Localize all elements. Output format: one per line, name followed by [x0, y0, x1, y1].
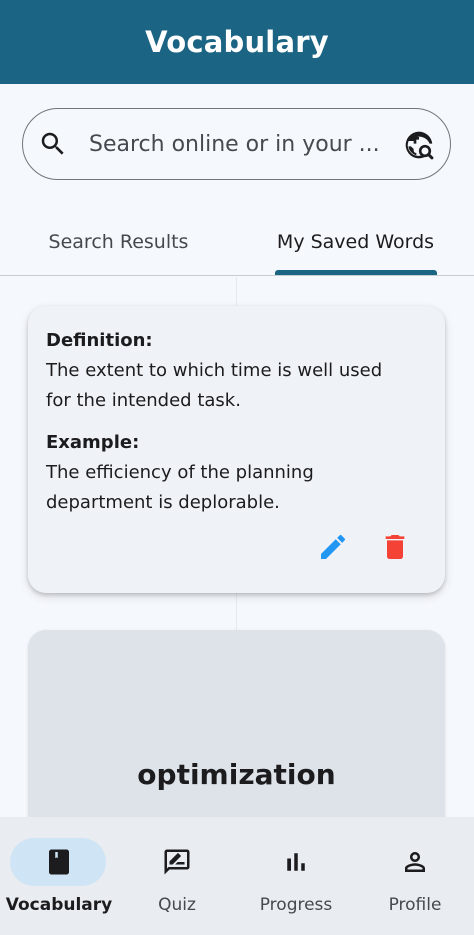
nav-label-profile: Profile: [388, 895, 442, 915]
nav-item-progress[interactable]: Progress: [237, 817, 355, 935]
nav-item-quiz[interactable]: Quiz: [118, 817, 236, 935]
nav-item-vocabulary[interactable]: Vocabulary: [0, 817, 118, 935]
nav-label-progress: Progress: [259, 895, 333, 915]
travel-explore-icon: [405, 131, 434, 160]
tab-indicator: [275, 270, 437, 275]
word-card[interactable]: Definition: The extent to which time is …: [28, 306, 445, 593]
tab-search-results[interactable]: Search Results: [0, 210, 237, 274]
search-input[interactable]: [89, 131, 389, 157]
edit-button[interactable]: [317, 531, 349, 563]
bottom-navigation: Vocabulary Quiz Progress Profile: [0, 817, 474, 935]
book-icon: [49, 849, 69, 875]
nav-label-quiz: Quiz: [158, 895, 196, 915]
quiz-icon: [164, 849, 190, 875]
search-bar[interactable]: [22, 108, 451, 180]
definition-label: Definition:: [46, 330, 153, 351]
person-icon: [405, 852, 425, 872]
edit-icon: [321, 534, 346, 559]
word-title: optimization: [137, 758, 336, 791]
definition-text: The extent to which time is well used fo…: [46, 360, 383, 411]
tab-bar: Search Results My Saved Words: [0, 210, 474, 276]
delete-button[interactable]: [379, 531, 411, 563]
delete-icon: [385, 535, 405, 559]
online-search-button[interactable]: [402, 128, 436, 162]
bar-chart-icon: [287, 853, 305, 871]
tab-my-saved-words[interactable]: My Saved Words: [237, 210, 474, 274]
nav-item-profile[interactable]: Profile: [356, 817, 474, 935]
example-label: Example:: [46, 432, 140, 453]
example-text: The efficiency of the planning departmen…: [46, 462, 314, 513]
page-title: Vocabulary: [145, 25, 329, 59]
search-icon: [41, 132, 64, 155]
card-actions: [317, 531, 411, 563]
app-bar: Vocabulary: [0, 0, 474, 84]
nav-label-vocabulary: Vocabulary: [5, 895, 113, 915]
